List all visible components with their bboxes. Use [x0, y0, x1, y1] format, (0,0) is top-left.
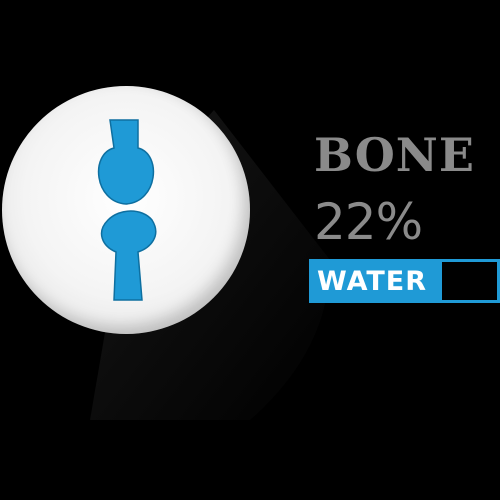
water-progress-bar: WATER	[309, 259, 500, 303]
bone-title: BONE	[314, 128, 475, 182]
bone-joint-icon	[97, 119, 157, 301]
bone-percent: 22%	[314, 193, 423, 251]
infographic-canvas: BONE 22% WATER	[0, 0, 500, 500]
bone-shape	[97, 119, 157, 301]
water-label: WATER	[317, 266, 428, 297]
icon-circle	[2, 86, 250, 334]
